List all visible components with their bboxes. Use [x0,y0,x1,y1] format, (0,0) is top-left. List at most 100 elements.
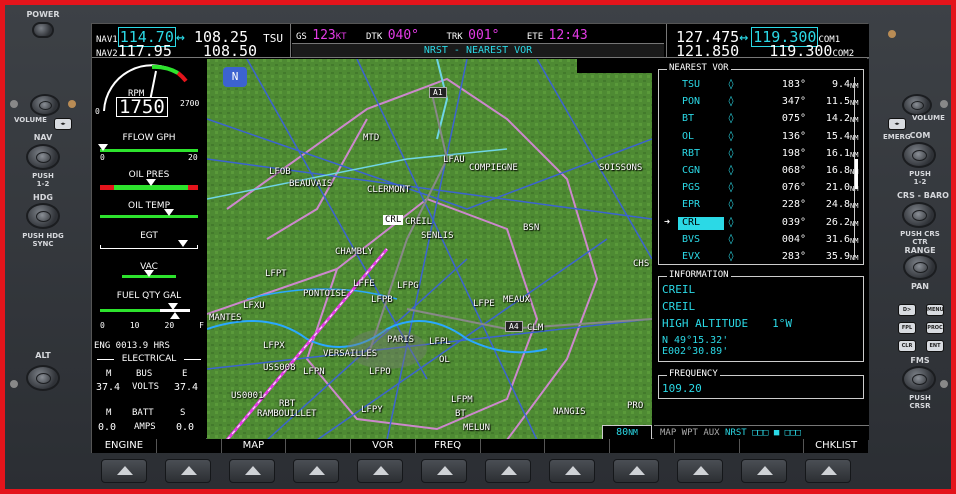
egt-label: EGT [140,231,158,241]
bezel-screw [940,100,948,108]
nearest-vor-title: NEAREST VOR [667,63,731,73]
nav2-row: NAV2117.95 108.50 [96,42,257,60]
softkey-6[interactable] [421,459,467,483]
list-scrollbar[interactable] [854,77,858,257]
nav2-standby-freq[interactable]: 108.50 [203,42,257,60]
fms-knob[interactable] [902,366,936,392]
frequency-box: FREQUENCY 109.20 [658,369,864,399]
map-label: COMPIEGNE [469,163,518,173]
bezel-screw [68,100,76,108]
map-label: MEAUX [503,295,531,305]
vor-row[interactable]: BVS ◊ 004° 31.6 NM [664,234,864,247]
crs-baro-knob[interactable] [902,202,936,228]
com-volume-knob[interactable] [902,94,932,116]
softkey-2[interactable] [165,459,211,483]
vor-row[interactable]: BT ◊ 075° 14.2 NM [664,113,864,126]
navigation-map[interactable]: N A1 A4 MTD LFOB BEAUVAIS CLERMONT LFAU … [207,59,652,440]
page-groups: MAP WPT AUX [660,428,720,438]
rpm-max: 2700 [180,99,200,108]
map-label: PRO [627,401,644,411]
vor-row[interactable]: PON ◊ 347° 11.5 NM [664,96,864,109]
softkey-8[interactable] [549,459,595,483]
hdg-knob[interactable] [26,203,60,229]
proc-button[interactable]: PROC [926,322,944,334]
bezel-screw [10,380,18,388]
gs-value: 123 [312,28,336,43]
softkey-9[interactable] [613,459,659,483]
map-label: LFPL [429,337,451,347]
vor-row[interactable]: EPR ◊ 228° 24.8 NM [664,199,864,212]
page-title: NRST - NEAREST VOR [292,43,664,57]
com-knob[interactable] [902,142,936,168]
map-label: US0001 [231,391,264,401]
softkey-10[interactable] [677,459,723,483]
softkey-3[interactable] [229,459,275,483]
frequency-value[interactable]: 109.20 [662,382,702,395]
com-swap-button[interactable]: ◂▸ [888,118,906,130]
vor-row[interactable]: ➜ CRL ◊ 039° 26.2 NM [664,216,864,230]
vor-icon: ◊ [728,147,735,159]
volts-label: VOLTS [132,382,160,392]
vor-icon: ◊ [728,233,735,245]
vor-icon: ◊ [728,165,735,176]
softkey-7[interactable] [485,459,531,483]
softkey-label-12: CHKLIST [803,439,868,453]
map-label: LFPT [265,269,287,279]
dtk-value: 040° [387,28,420,43]
fuel-scale: 0 10 20 F [100,321,204,330]
vor-row[interactable]: TSU ◊ 183° 9.4 NM [664,79,864,92]
softkey-11[interactable] [741,459,787,483]
bezel-screw [888,30,896,38]
vor-distance: 21.0 [825,182,850,194]
com2-standby-freq[interactable]: 119.300 [769,42,832,60]
vor-row[interactable]: RBT ◊ 198° 16.1 NM [664,148,864,161]
selection-pointer-icon [664,199,678,212]
map-label: LFPM [451,395,473,405]
com2-active-freq[interactable]: 121.850 [676,42,739,60]
vor-bearing: 004° [781,233,806,245]
nav-swap-button[interactable]: ◂▸ [54,118,72,130]
fflow-label: FFLOW GPH [122,133,176,143]
selection-pointer-icon: ➜ [664,216,671,228]
vor-row[interactable]: EVX ◊ 283° 35.9 NM [664,251,864,264]
power-button[interactable] [32,22,54,38]
push-12-label: PUSH 1-2 [909,170,931,186]
nav-knob[interactable] [26,144,60,170]
nav2-active-freq[interactable]: 117.95 [118,42,172,60]
ent-button[interactable]: ENT [926,340,944,352]
nav1-ident: TSU [263,32,284,45]
softkey-5[interactable] [357,459,403,483]
info-variation: 1°W [772,317,792,330]
menu-button[interactable]: MENU [926,304,944,316]
direct-to-button[interactable]: D> [898,304,916,316]
map-range[interactable]: 80NM [602,425,652,440]
bus-m: M [106,369,112,379]
vor-ident: EVX [682,251,701,262]
softkey-1[interactable] [101,459,147,483]
vor-bearing: 039° [781,216,806,228]
range-joystick[interactable] [903,254,937,280]
clr-button[interactable]: CLR [898,340,916,352]
softkey-12[interactable] [805,459,851,483]
vor-distance: 35.9 [825,251,850,262]
map-label-selected[interactable]: CRL [383,215,404,225]
vor-row[interactable]: OL ◊ 136° 15.4 NM [664,131,864,144]
top-status-bar: NAV1 114.70 ↔ 108.25 TSU NAV2117.95 108.50… [92,24,869,60]
vor-row[interactable]: CGN◊068°16.8NM [664,165,864,178]
map-label: NANGIS [553,407,586,417]
batt-label: BATT [132,408,154,418]
softkey-label-2 [155,439,221,453]
vor-bearing: 283° [781,251,806,262]
fflow-max: 20 [188,153,198,162]
nav-volume-knob[interactable] [30,94,60,116]
map-label: BT [455,409,466,419]
pan-label: PAN [910,282,929,291]
vor-row[interactable]: PGS ◊ 076° 21.0 NM [664,182,864,195]
alt-knob[interactable] [26,365,60,391]
vor-ident: EPR [682,199,701,211]
fflow-pointer [98,144,108,151]
map-label: CHS [633,259,650,269]
softkey-4[interactable] [293,459,339,483]
com-label: COM [909,131,931,140]
fpl-button[interactable]: FPL [898,322,916,334]
